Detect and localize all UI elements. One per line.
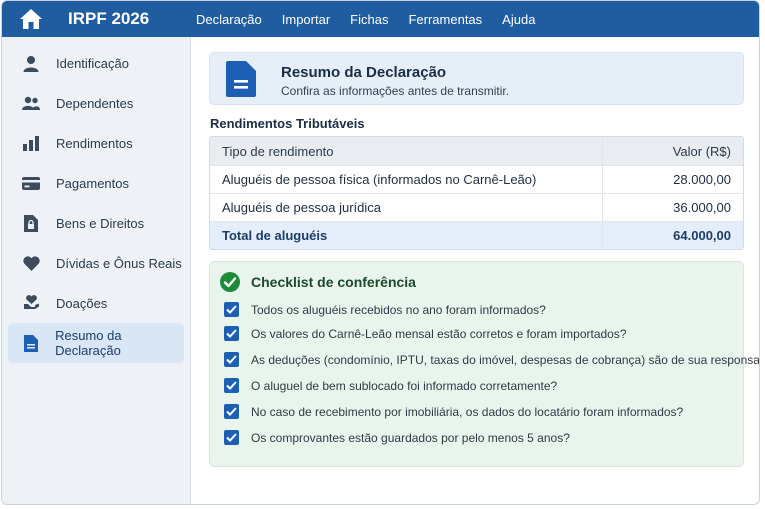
- summary-card: Resumo da Declaração Confira as informaç…: [209, 52, 744, 105]
- total-value: 64.000,00: [673, 228, 731, 243]
- sidebar-item-pagamentos[interactable]: Pagamentos: [8, 163, 184, 203]
- column-header-valor: Valor (R$): [672, 143, 731, 159]
- checkbox[interactable]: [224, 378, 239, 393]
- checklist-item-label: O aluguel de bem sublocado foi informado…: [251, 378, 558, 393]
- checklist-item-label: As deduções (condomínio, IPTU, taxas do …: [251, 352, 760, 367]
- sidebar-item-label: Pagamentos: [56, 175, 129, 191]
- checkbox[interactable]: [224, 404, 239, 419]
- column-header-tipo: Tipo de rendimento: [210, 137, 603, 165]
- checklist-item-label: Os valores do Carnê-Leão mensal estão co…: [251, 326, 627, 341]
- document-icon: [226, 61, 256, 97]
- sidebar-item-label: Identificação: [56, 55, 129, 71]
- lock-document-icon: [22, 214, 40, 232]
- checklist-item: Os valores do Carnê-Leão mensal estão co…: [224, 326, 627, 341]
- sidebar: Identificação Dependentes Rendimentos Pa…: [2, 37, 191, 504]
- hand-heart-icon: [22, 294, 40, 312]
- sidebar-item-dependentes[interactable]: Dependentes: [8, 83, 184, 123]
- sidebar-item-resumo[interactable]: Resumo da Declaração: [8, 323, 184, 363]
- sidebar-item-bens-direitos[interactable]: Bens e Direitos: [8, 203, 184, 243]
- section-title-rendimentos: Rendimentos Tributáveis: [210, 116, 365, 131]
- sidebar-item-label: Rendimentos: [56, 135, 133, 151]
- cell-tipo: Aluguéis de pessoa física (informados no…: [210, 166, 603, 193]
- home-icon[interactable]: [16, 4, 46, 34]
- sidebar-item-rendimentos[interactable]: Rendimentos: [8, 123, 184, 163]
- main-content: Resumo da Declaração Confira as informaç…: [192, 37, 759, 504]
- menu-importar[interactable]: Importar: [282, 12, 330, 27]
- cell-tipo: Aluguéis de pessoa jurídica: [210, 194, 603, 221]
- heart-icon: [22, 254, 40, 272]
- sidebar-item-identificacao[interactable]: Identificação: [8, 43, 184, 83]
- checklist-panel: Checklist de conferência Todos os alugué…: [209, 261, 759, 467]
- app-title: IRPF 2026: [68, 9, 150, 28]
- table-row[interactable]: Aluguéis de pessoa jurídica 36.000,00: [210, 193, 743, 221]
- top-bar: IRPF 2026 Declaração Importar Fichas Fer…: [2, 1, 759, 37]
- cell-valor: 28.000,00: [673, 172, 731, 187]
- document-icon: [22, 334, 39, 352]
- menu-declaracao[interactable]: Declaração: [196, 12, 262, 27]
- checklist-item-label: Todos os aluguéis recebidos no ano foram…: [251, 302, 546, 317]
- table-total-row: Total de aluguéis 64.000,00: [210, 221, 743, 249]
- sidebar-item-label: Dependentes: [56, 95, 134, 111]
- total-label: Total de aluguéis: [210, 222, 603, 249]
- menu-ferramentas[interactable]: Ferramentas: [408, 12, 482, 27]
- sidebar-item-dividas[interactable]: Dívidas e Ônus Reais: [8, 243, 184, 283]
- checklist-item: Os comprovantes estão guardados por pelo…: [224, 430, 570, 445]
- sidebar-item-doacoes[interactable]: Doações: [8, 283, 184, 323]
- sidebar-item-label: Resumo da Declaração: [55, 328, 122, 358]
- checklist-title: Checklist de conferência: [251, 274, 416, 290]
- checkbox[interactable]: [224, 430, 239, 445]
- table-header-row: Tipo de rendimento Valor (R$): [210, 137, 743, 165]
- sidebar-item-label: Doações: [56, 295, 108, 311]
- bar-chart-icon: [22, 134, 40, 152]
- rendimentos-table: Tipo de rendimento Valor (R$) Aluguéis d…: [209, 136, 744, 250]
- page-subtitle: Confira as informações antes de transmit…: [281, 84, 510, 98]
- menu-fichas[interactable]: Fichas: [350, 12, 388, 27]
- person-icon: [22, 54, 40, 72]
- table-row[interactable]: Aluguéis de pessoa física (informados no…: [210, 165, 743, 193]
- checkbox[interactable]: [224, 302, 239, 317]
- menu-bar: Declaração Importar Fichas Ferramentas A…: [196, 12, 555, 27]
- cell-valor: 36.000,00: [673, 200, 731, 215]
- checklist-item: No caso de recebimento por imobiliária, …: [224, 404, 683, 419]
- checklist-item: Todos os aluguéis recebidos no ano foram…: [224, 302, 546, 317]
- checkbox[interactable]: [224, 326, 239, 341]
- app-window: IRPF 2026 Declaração Importar Fichas Fer…: [1, 0, 760, 505]
- checklist-item-label: No caso de recebimento por imobiliária, …: [251, 404, 684, 419]
- check-circle-icon: [219, 271, 241, 293]
- people-icon: [22, 94, 40, 112]
- checkbox[interactable]: [224, 352, 239, 367]
- sidebar-item-label: Dívidas e Ônus Reais: [56, 255, 182, 271]
- checklist-item: As deduções (condomínio, IPTU, taxas do …: [224, 352, 760, 367]
- sidebar-item-label: Bens e Direitos: [56, 215, 145, 231]
- credit-card-icon: [22, 174, 40, 192]
- page-title: Resumo da Declaração: [281, 64, 447, 81]
- checklist-item-label: Os comprovantes estão guardados por pelo…: [251, 430, 570, 445]
- menu-ajuda[interactable]: Ajuda: [502, 12, 535, 27]
- checklist-item: O aluguel de bem sublocado foi informado…: [224, 378, 557, 393]
